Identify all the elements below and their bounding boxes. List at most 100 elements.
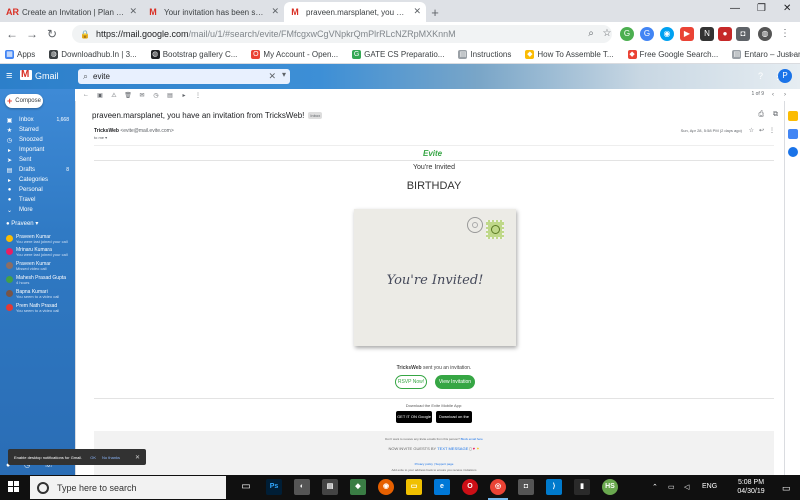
chat-contact[interactable]: Praveen Kumar Missed video call [6, 261, 74, 273]
window-close-icon[interactable]: ✕ [783, 3, 791, 14]
taskbar-clock[interactable]: 5:08 PM 04/30/19 [733, 478, 769, 496]
chat-contact[interactable]: Bapna Kumari You seem to a video call [6, 289, 74, 301]
new-window-icon[interactable]: ⧉ [773, 111, 778, 119]
bookmark-item[interactable]: ▤ Instructions [453, 50, 511, 59]
invitation-card-image[interactable]: You're Invited! [354, 209, 516, 346]
search-icon[interactable]: ⌕ [83, 71, 88, 82]
bookmark-item[interactable]: ◆ Free Google Search... [623, 50, 718, 59]
help-icon[interactable]: ? [758, 71, 763, 81]
people-icon[interactable]: ⌃ [652, 483, 658, 491]
recipient-line[interactable]: to me ▾ [94, 135, 107, 140]
extension-icon[interactable]: ● [718, 27, 732, 41]
sidebar-item-inbox[interactable]: ▣ Inbox 1,668 [0, 115, 75, 125]
forward-icon[interactable]: → [22, 27, 42, 41]
sidebar-item-starred[interactable]: ★ Starred [0, 125, 75, 135]
back-icon[interactable]: ← [2, 27, 22, 41]
sidebar-item-more[interactable]: ⌄ More [0, 205, 75, 215]
sidebar-item-travel[interactable]: ● Travel [0, 195, 75, 205]
privacy-links[interactable]: Privacy policy | Support page [94, 462, 774, 466]
bookmark-item[interactable]: ◍ Downloadhub.In | 3... [44, 50, 137, 59]
notification-no-button[interactable]: No thanks [102, 455, 120, 460]
inbox-label-badge[interactable]: Inbox [308, 112, 323, 120]
main-menu-icon[interactable]: ≡ [6, 70, 12, 82]
chat-contact[interactable]: Praveen Kumar You were last joined your c… [6, 234, 74, 246]
sidebar-item-sent[interactable]: ➤ Sent [0, 155, 75, 165]
delete-icon[interactable]: 🗑 [121, 92, 135, 99]
bookmark-item[interactable]: ◆ How To Assemble T... [520, 50, 614, 59]
sender-name[interactable]: TricksWeb [94, 128, 119, 134]
more-options-icon[interactable]: ⋮ [191, 92, 205, 99]
chat-contact[interactable]: Mrinaru Kumara You were last joined your … [6, 247, 74, 259]
google-play-badge[interactable]: GET IT ON Google Play [396, 411, 432, 431]
extension-icon[interactable]: N [700, 27, 714, 41]
extension-icon[interactable]: ◉ [660, 27, 674, 41]
bookmark-item[interactable]: G GATE CS Preparatio... [347, 50, 444, 59]
back-to-search-icon[interactable]: ← [79, 92, 93, 98]
bookmark-item[interactable]: ◍ Bootstrap gallery C... [146, 50, 237, 59]
sidebar-item-snoozed[interactable]: ◷ Snoozed [0, 135, 75, 145]
reload-icon[interactable]: ↻ [42, 27, 62, 41]
camera-icon[interactable]: ◘ [736, 27, 750, 41]
mail-search-box[interactable]: ⌕ evite ✕ ▾ [78, 69, 290, 84]
app-icon[interactable]: ◆ [350, 479, 366, 495]
taskbar-search[interactable]: Type here to search [30, 476, 226, 499]
notification-ok-button[interactable]: OK [90, 455, 96, 460]
older-icon[interactable]: › [778, 92, 792, 98]
sidebar-item-personal[interactable]: ● Personal [0, 185, 75, 195]
message-actions[interactable]: ☆↩⋮ [749, 127, 780, 134]
chrome-icon[interactable]: ◎ [490, 479, 506, 495]
browser-tab-3-active[interactable]: M praveen.marsplanet, you have an ✕ [284, 2, 426, 22]
tasks-icon[interactable] [788, 129, 798, 139]
app-store-badge[interactable]: Download on the App Store [436, 411, 472, 431]
close-icon[interactable]: ✕ [271, 6, 279, 17]
calendar-icon[interactable] [788, 147, 798, 157]
app-icon[interactable]: HS [602, 479, 618, 495]
task-view-icon[interactable]: ▭ [238, 479, 254, 495]
volume-icon[interactable]: ◁ [684, 483, 689, 491]
text-message-link[interactable]: TEXT MESSAGE [437, 446, 468, 451]
extension-icon[interactable]: G [620, 27, 634, 41]
firefox-icon[interactable]: ◉ [378, 479, 394, 495]
bookmark-star-icon[interactable]: ☆ [600, 27, 614, 41]
close-icon[interactable]: ✕ [135, 454, 140, 461]
terminal-icon[interactable]: ▮ [574, 479, 590, 495]
close-icon[interactable]: ✕ [413, 6, 421, 17]
opera-icon[interactable]: O [462, 479, 478, 495]
windows-start-icon[interactable] [8, 481, 20, 493]
more-bookmarks-icon[interactable]: » [789, 49, 794, 59]
search-input[interactable]: evite [93, 72, 110, 81]
clear-search-icon[interactable]: ✕ [268, 71, 276, 82]
bookmark-item[interactable]: O My Account - Open... [246, 50, 338, 59]
extension-icon[interactable]: ▶ [680, 27, 694, 41]
close-icon[interactable]: ✕ [129, 6, 137, 17]
compose-button[interactable]: + Compose [5, 94, 43, 108]
keep-icon[interactable] [788, 111, 798, 121]
address-bar[interactable]: 🔒 https://mail.google.com/mail/u/1/#sear… [72, 25, 612, 43]
network-icon[interactable]: ▭ [668, 483, 675, 491]
file-explorer-icon[interactable]: ▭ [406, 479, 422, 495]
new-tab-button[interactable]: + [426, 2, 444, 22]
zoom-icon[interactable]: ⌕ [584, 27, 598, 41]
photoshop-icon[interactable]: Ps [266, 479, 282, 495]
edge-icon[interactable]: e [434, 479, 450, 495]
extension-icon[interactable]: G [640, 27, 654, 41]
chat-contact[interactable]: Mahesh Prasad Gupta 4 hours [6, 275, 74, 287]
vscode-icon[interactable]: ⟩ [546, 479, 562, 495]
block-email-link[interactable]: Block email here [461, 437, 483, 441]
move-to-icon[interactable]: ▤ [163, 92, 177, 99]
app-icon[interactable]: ◘ [518, 479, 534, 495]
view-invitation-button[interactable]: View Invitation [435, 375, 475, 389]
evite-logo[interactable]: Evite [423, 149, 442, 158]
browser-tab-2[interactable]: M Your invitation has been sent - p ✕ [142, 2, 284, 22]
sidebar-item-drafts[interactable]: ▤ Drafts 8 [0, 165, 75, 175]
mark-unread-icon[interactable]: ✉ [135, 92, 149, 99]
account-avatar[interactable]: P [778, 69, 792, 83]
snooze-icon[interactable]: ◷ [149, 92, 163, 99]
rsvp-button[interactable]: RSVP Now! [395, 375, 427, 389]
search-options-icon[interactable]: ▾ [282, 70, 286, 79]
browser-tab-1[interactable]: AR Create an Invitation | Plan Your P ✕ [0, 2, 142, 22]
notification-center-icon[interactable]: ▭ [782, 483, 791, 494]
menu-icon[interactable]: ⋮ [778, 27, 792, 41]
report-spam-icon[interactable]: ⚠ [107, 92, 121, 99]
paint-icon[interactable]: ◐ [294, 479, 310, 495]
